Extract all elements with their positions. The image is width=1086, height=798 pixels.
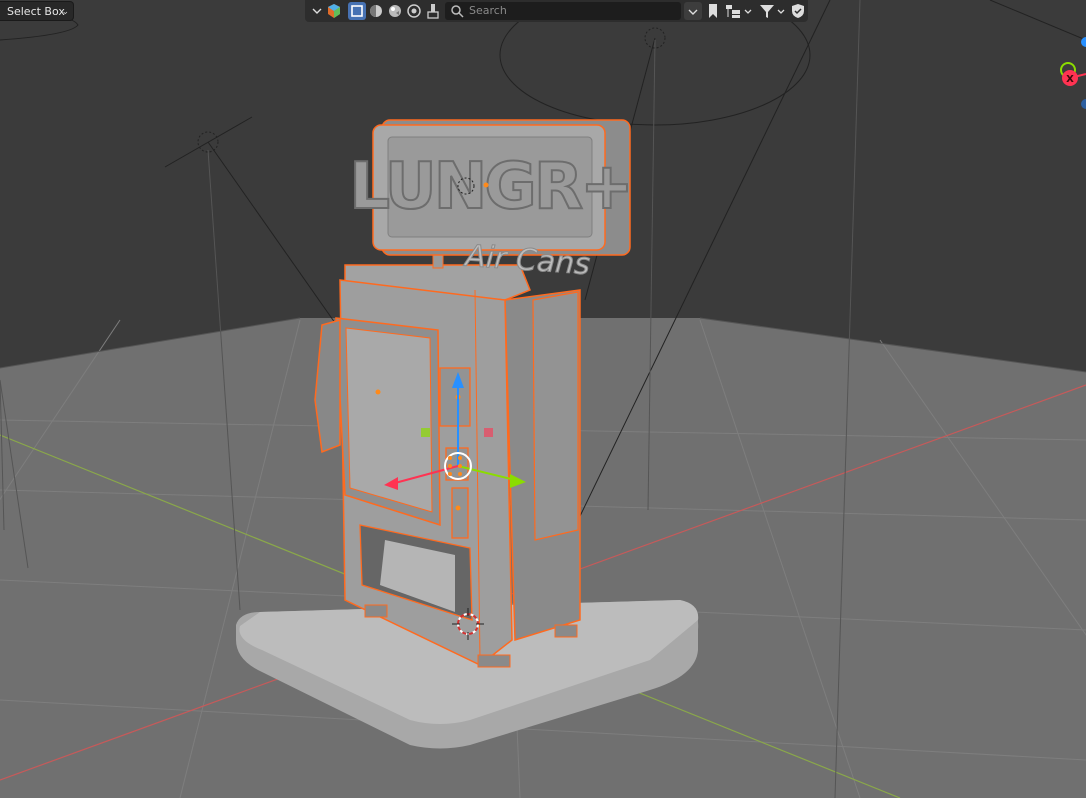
sign-text: LUNGR+: [349, 150, 630, 224]
shading-wireframe-button[interactable]: [348, 2, 366, 20]
restrict-button[interactable]: [789, 2, 807, 20]
chevron-down-icon: [312, 8, 322, 14]
brush-icon: [427, 4, 439, 19]
chevron-down-icon: ⌄: [61, 7, 69, 17]
hierarchy-icon: [726, 5, 752, 18]
solid-icon: [370, 5, 382, 17]
sign-board[interactable]: LUNGR+: [348, 119, 635, 256]
rendered-icon: [407, 4, 421, 18]
hierarchy-dropdown[interactable]: [724, 2, 756, 20]
shading-rendered-button[interactable]: [405, 2, 423, 20]
select-mode-label: Select Box: [7, 5, 65, 18]
gizmo-x-label: X: [1066, 74, 1074, 85]
bookmark-button[interactable]: [704, 2, 722, 20]
filter-icon: [760, 5, 785, 18]
search-icon: [451, 5, 464, 18]
brush-tool-button[interactable]: [424, 2, 442, 20]
select-mode-dropdown[interactable]: Select Box ⌄: [0, 1, 74, 21]
editor-type-icon: [328, 4, 340, 18]
3d-viewport[interactable]: LUNGR+ Air Cans X: [0, 0, 1086, 798]
filter-dropdown[interactable]: [758, 2, 788, 20]
shield-icon: [792, 4, 804, 18]
chevron-down-icon: [688, 9, 698, 15]
vending-machine[interactable]: [314, 239, 581, 668]
search-placeholder: Search: [469, 4, 507, 17]
wireframe-icon: [351, 5, 363, 17]
search-options-dropdown[interactable]: [684, 2, 702, 20]
shading-solid-button[interactable]: [367, 2, 385, 20]
xz-plane-handle[interactable]: [484, 428, 493, 437]
shading-material-button[interactable]: [386, 2, 404, 20]
editor-type-button[interactable]: [326, 2, 342, 20]
viewport-header-toolbar: Search: [305, 0, 808, 22]
bookmark-icon: [709, 4, 717, 18]
yz-plane-handle[interactable]: [421, 428, 430, 437]
search-input[interactable]: Search: [445, 2, 681, 20]
editor-menu-dropdown[interactable]: [310, 2, 324, 20]
material-preview-icon: [389, 5, 401, 17]
